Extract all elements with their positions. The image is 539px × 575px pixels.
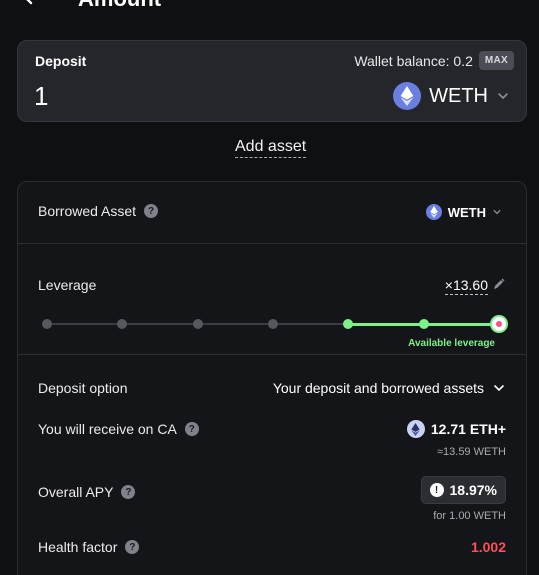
overall-apy-value: 18.97% <box>449 482 497 498</box>
overall-apy-label-row: Overall APY ? <box>38 484 136 500</box>
borrowed-asset-label-row: Borrowed Asset ? <box>38 203 159 219</box>
help-icon[interactable]: ? <box>184 422 199 436</box>
eth-token-icon <box>425 204 442 220</box>
slider-tick[interactable] <box>268 319 278 329</box>
overall-apy-badge[interactable]: ! 18.97% <box>420 476 506 504</box>
borrowed-asset-select[interactable]: WETH <box>425 204 502 220</box>
available-leverage-label: Available leverage <box>408 338 495 349</box>
chevron-down-icon <box>493 209 501 215</box>
deposit-label: Deposit <box>35 53 87 69</box>
add-asset-link[interactable]: Add asset <box>235 138 307 158</box>
help-icon[interactable]: ? <box>121 485 136 499</box>
wallet-balance: Wallet balance: 0.2 <box>354 52 473 69</box>
slider-thumb[interactable] <box>490 315 508 333</box>
chevron-down-icon <box>494 385 504 392</box>
overall-apy-sub: for 1.00 WETH <box>433 510 506 522</box>
receive-label-row: You will receive on CA ? <box>38 421 199 437</box>
slider-tick[interactable] <box>418 319 429 329</box>
eth-plus-token-icon <box>406 420 425 438</box>
health-factor-label: Health factor <box>38 539 118 555</box>
slider-tick[interactable] <box>117 319 128 329</box>
help-icon[interactable]: ? <box>144 204 159 218</box>
slider-tick[interactable] <box>42 319 52 329</box>
receive-approx: ≈13.59 WETH <box>436 446 506 458</box>
divider <box>18 243 526 244</box>
page-title: Amount <box>78 0 161 12</box>
leverage-label: Leverage <box>38 277 97 293</box>
eth-token-icon <box>393 82 422 110</box>
deposit-option-select[interactable]: Your deposit and borrowed assets <box>273 380 506 396</box>
header: Amount <box>0 0 539 16</box>
deposit-option-label: Deposit option <box>38 380 128 396</box>
position-panel: Borrowed Asset ? WETH Leverage ×13.60 Av… <box>17 181 527 575</box>
borrowed-asset-label: Borrowed Asset <box>38 203 137 219</box>
deposit-token-name: WETH <box>429 84 488 107</box>
chevron-down-icon <box>498 93 508 100</box>
max-button[interactable]: MAX <box>478 51 514 70</box>
receive-amount-row: 12.71 ETH+ <box>406 420 506 438</box>
leverage-label-row: Leverage <box>38 277 96 293</box>
divider <box>18 354 526 355</box>
borrowed-asset-token: WETH <box>447 204 486 220</box>
health-factor-label-row: Health factor ? <box>38 539 140 555</box>
back-arrow-icon[interactable] <box>20 0 44 8</box>
leverage-value[interactable]: ×13.60 <box>444 277 488 295</box>
overall-apy-label: Overall APY <box>38 484 114 500</box>
slider-tick[interactable] <box>343 319 354 329</box>
alert-icon: ! <box>429 483 444 497</box>
pencil-icon[interactable] <box>492 277 506 291</box>
deposit-card: Deposit Wallet balance: 0.2 MAX WETH <box>17 40 527 122</box>
wallet-balance-row: Wallet balance: 0.2 MAX <box>354 51 514 70</box>
deposit-option-value: Your deposit and borrowed assets <box>272 380 484 396</box>
deposit-token-select[interactable]: WETH <box>393 82 510 110</box>
deposit-amount-input[interactable] <box>34 81 234 112</box>
receive-label: You will receive on CA <box>38 421 177 437</box>
slider-tick[interactable] <box>192 319 203 329</box>
deposit-option-label-row: Deposit option <box>38 380 128 396</box>
receive-amount: 12.71 ETH+ <box>430 421 506 437</box>
health-factor-value: 1.002 <box>470 539 506 555</box>
help-icon[interactable]: ? <box>125 540 140 554</box>
